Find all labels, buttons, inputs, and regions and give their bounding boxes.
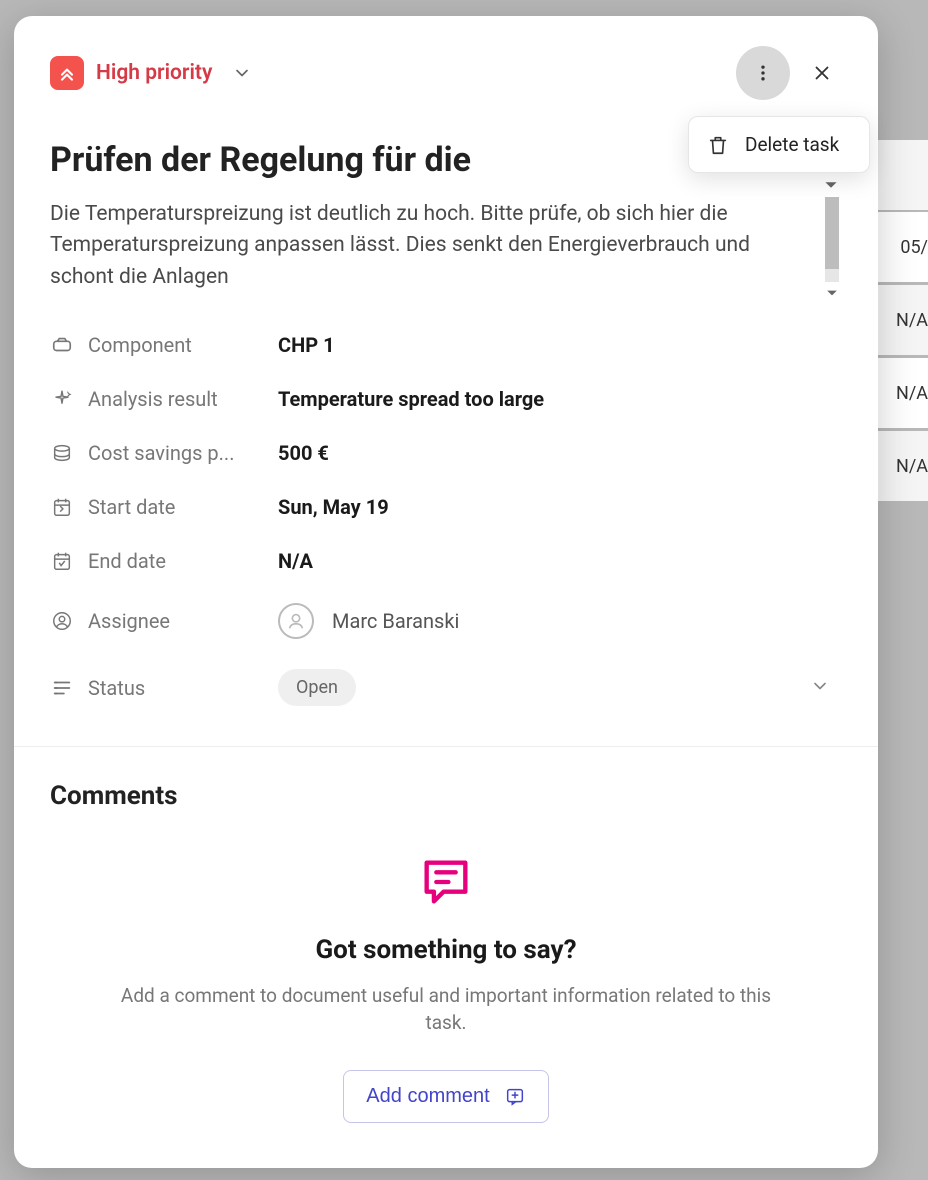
delete-task-menu-item[interactable]: Delete task [688, 116, 870, 173]
status-dropdown[interactable]: Open [278, 669, 842, 706]
field-label-start-date: Start date [50, 495, 278, 519]
task-description-wrap: Die Temperaturspreizung ist deutlich zu … [50, 199, 842, 294]
field-value-analysis: Temperature spread too large [278, 387, 842, 411]
comment-plus-icon [504, 1086, 526, 1108]
assignee-name: Marc Baranski [332, 609, 459, 633]
trash-icon [707, 134, 729, 156]
component-icon [50, 333, 74, 357]
field-value-end-date: N/A [278, 549, 842, 573]
person-icon [50, 609, 74, 633]
coins-icon [50, 441, 74, 465]
chevron-down-icon [232, 63, 252, 83]
calendar-start-icon [50, 495, 74, 519]
comments-heading: Comments [50, 781, 842, 811]
sparkle-icon [50, 387, 74, 411]
close-icon [811, 62, 833, 84]
calendar-end-icon [50, 549, 74, 573]
header-actions [736, 46, 842, 100]
scrollbar-thumb[interactable] [825, 197, 839, 269]
title-scroll-down[interactable] [824, 177, 842, 195]
empty-state-subtitle: Add a comment to document useful and imp… [106, 983, 786, 1036]
divider [14, 746, 878, 747]
scrollbar-track[interactable] [825, 197, 839, 282]
empty-state-title: Got something to say? [50, 935, 842, 965]
delete-task-label: Delete task [745, 133, 839, 156]
more-menu-button[interactable] [736, 46, 790, 100]
field-value-component: CHP 1 [278, 333, 842, 357]
field-label-assignee: Assignee [50, 609, 278, 633]
add-comment-button[interactable]: Add comment [343, 1070, 548, 1123]
field-label-end-date: End date [50, 549, 278, 573]
avatar [278, 603, 314, 639]
close-button[interactable] [802, 53, 842, 93]
modal-header: High priority [50, 46, 842, 100]
priority-label: High priority [96, 61, 212, 85]
task-description[interactable]: Die Temperaturspreizung ist deutlich zu … [50, 199, 814, 294]
field-label-cost: Cost savings p... [50, 441, 278, 465]
task-title[interactable]: Prüfen der Regelung für die [50, 140, 690, 181]
field-label-text: Start date [88, 495, 175, 519]
field-label-text: Component [88, 333, 192, 357]
field-label-text: Status [88, 676, 145, 700]
status-badge: Open [278, 669, 356, 706]
dots-vertical-icon [753, 63, 773, 83]
scroll-down-icon[interactable] [826, 284, 838, 303]
priority-dropdown[interactable] [224, 55, 260, 91]
field-label-text: Assignee [88, 609, 170, 633]
field-label-text: Analysis result [88, 387, 218, 411]
field-label-status: Status [50, 676, 278, 700]
field-label-text: Cost savings p... [88, 441, 234, 465]
field-value-cost: 500 € [278, 441, 842, 465]
field-label-text: End date [88, 549, 166, 573]
task-fields: Component CHP 1 Analysis result Temperat… [50, 333, 842, 706]
field-value-start-date: Sun, May 19 [278, 495, 842, 519]
field-value-assignee[interactable]: Marc Baranski [278, 603, 842, 639]
chevron-down-icon [810, 676, 830, 700]
description-scrollbar[interactable] [822, 197, 842, 303]
add-comment-label: Add comment [366, 1085, 489, 1108]
task-detail-modal: High priority Delete [14, 16, 878, 1168]
list-icon [50, 676, 74, 700]
field-label-analysis: Analysis result [50, 387, 278, 411]
field-label-component: Component [50, 333, 278, 357]
comments-empty-state: Got something to say? Add a comment to d… [50, 853, 842, 1123]
chat-bubble-icon [417, 853, 475, 911]
priority-high-icon [50, 56, 84, 90]
